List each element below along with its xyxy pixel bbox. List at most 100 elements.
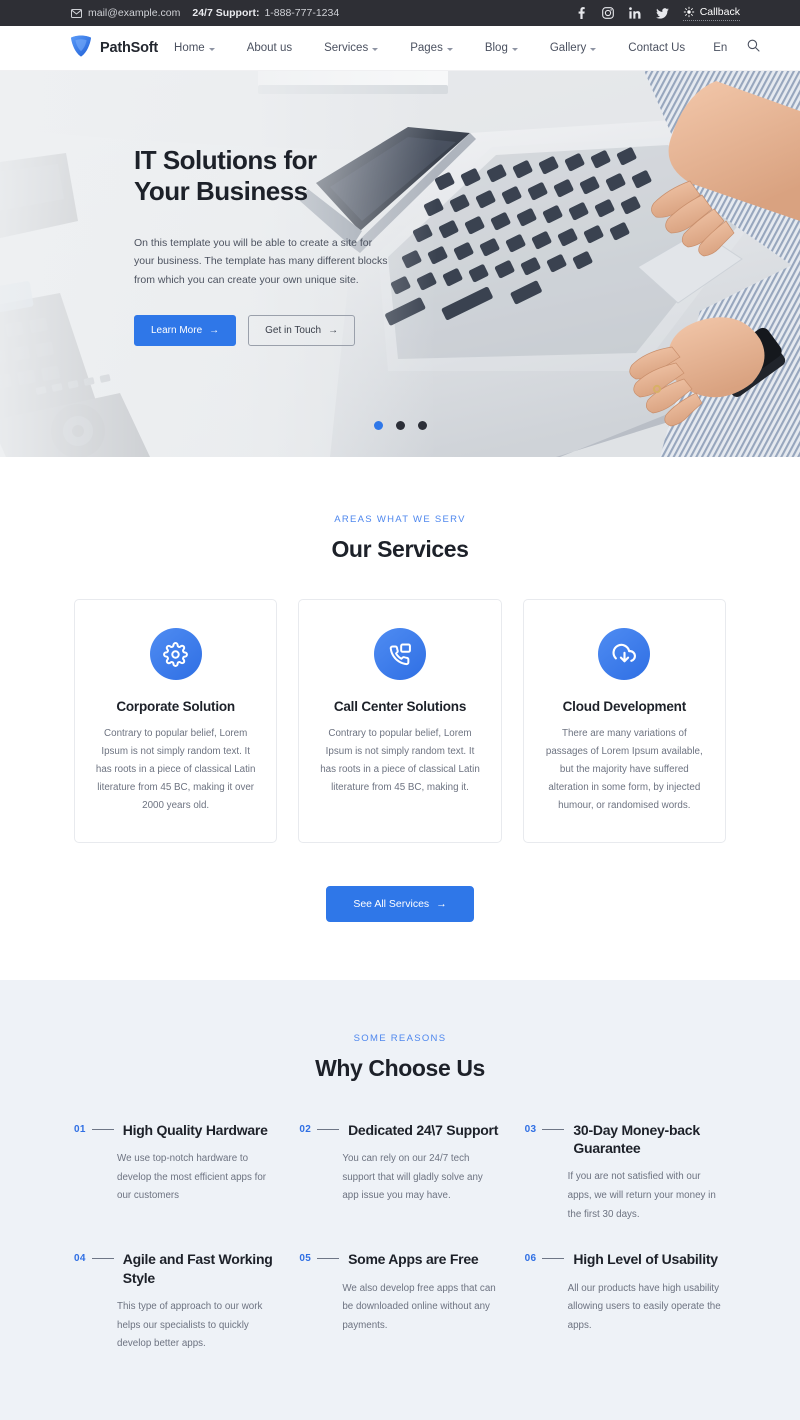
nav-item-gallery[interactable]: Gallery (534, 42, 612, 54)
why-item-text: You can rely on our 24/7 tech support th… (299, 1150, 500, 1206)
nav-label: About us (247, 42, 292, 54)
facebook-icon[interactable] (575, 7, 588, 20)
learn-more-label: Learn More (151, 325, 202, 336)
why-item-number: 04 (74, 1250, 86, 1264)
service-card-text: Contrary to popular belief, Lorem Ipsum … (95, 725, 256, 816)
why-item-text: If you are not satisfied with our apps, … (525, 1168, 726, 1224)
why-item-number: 02 (299, 1121, 311, 1135)
why-item-text: All our products have high usability all… (525, 1280, 726, 1336)
learn-more-button[interactable]: Learn More → (134, 315, 236, 346)
why-item-number: 03 (525, 1121, 537, 1135)
brand-name: PathSoft (100, 40, 158, 56)
why-item-number: 06 (525, 1250, 537, 1264)
nav-item-about-us[interactable]: About us (231, 42, 308, 54)
top-bar: mail@example.com 24/7 Support: 1-888-777… (0, 0, 800, 26)
services-card-list: Corporate Solution Contrary to popular b… (0, 599, 800, 843)
nav-item-contact-us[interactable]: Contact Us (612, 42, 701, 54)
arrow-right-icon: → (328, 325, 338, 336)
phone-callback-icon (683, 6, 696, 19)
why-item: 02 Dedicated 24\7 Support You can rely o… (299, 1121, 500, 1251)
nav-item-blog[interactable]: Blog (469, 42, 534, 54)
why-item-rule (542, 1129, 564, 1130)
why-item: 03 30-Day Money-back Guarantee If you ar… (525, 1121, 726, 1251)
support-phone[interactable]: 24/7 Support: 1-888-777-1234 (192, 7, 339, 19)
why-item-head: 03 30-Day Money-back Guarantee (525, 1121, 726, 1158)
why-item-head: 01 High Quality Hardware (74, 1121, 275, 1139)
slider-dot-3[interactable] (418, 421, 427, 430)
why-item: 06 High Level of Usability All our produ… (525, 1250, 726, 1380)
slider-dot-2[interactable] (396, 421, 405, 430)
service-card-title: Corporate Solution (95, 699, 256, 714)
chevron-down-icon (209, 48, 215, 51)
services-cta-wrap: See All Services → (0, 886, 800, 980)
why-item: 05 Some Apps are Free We also develop fr… (299, 1250, 500, 1380)
see-all-services-button[interactable]: See All Services → (326, 886, 473, 922)
search-button[interactable] (739, 39, 760, 57)
why-item-head: 05 Some Apps are Free (299, 1250, 500, 1268)
why-item-text: We also develop free apps that can be do… (299, 1280, 500, 1336)
slider-pagination (0, 421, 800, 430)
language-switcher[interactable]: En (701, 42, 739, 54)
service-card-title: Cloud Development (544, 699, 705, 714)
chevron-down-icon (447, 48, 453, 51)
top-bar-contact-group: mail@example.com 24/7 Support: 1-888-777… (60, 7, 339, 20)
service-card[interactable]: Call Center Solutions Contrary to popula… (298, 599, 501, 843)
linkedin-icon[interactable] (629, 7, 642, 20)
nav-label: Home (174, 42, 205, 54)
slider-dot-1[interactable] (374, 421, 383, 430)
why-item-head: 02 Dedicated 24\7 Support (299, 1121, 500, 1139)
arrow-right-icon: → (436, 898, 447, 910)
why-item-title: 30-Day Money-back Guarantee (573, 1121, 726, 1158)
nav-item-home[interactable]: Home (158, 42, 231, 54)
why-item-rule (317, 1129, 339, 1130)
nav-label: Pages (410, 42, 443, 54)
why-item-grid: 01 High Quality Hardware We use top-notc… (0, 1121, 800, 1381)
why-item-number: 01 (74, 1121, 86, 1135)
chevron-down-icon (590, 48, 596, 51)
chevron-down-icon (512, 48, 518, 51)
main-nav: Home About us Services Pages Blog Galler… (158, 39, 760, 57)
service-card[interactable]: Cloud Development There are many variati… (523, 599, 726, 843)
hero-title-line-2: Your Business (134, 176, 308, 206)
search-icon (747, 39, 760, 57)
nav-label: Gallery (550, 42, 586, 54)
twitter-icon[interactable] (656, 7, 669, 20)
why-item: 04 Agile and Fast Working Style This typ… (74, 1250, 275, 1380)
callback-link[interactable]: Callback (683, 6, 740, 21)
why-item-rule (92, 1129, 114, 1130)
envelope-icon (70, 7, 83, 20)
chevron-down-icon (372, 48, 378, 51)
shield-logo-icon (70, 34, 92, 63)
service-card-text: There are many variations of passages of… (544, 725, 705, 816)
get-in-touch-label: Get in Touch (265, 325, 321, 336)
instagram-icon[interactable] (602, 7, 615, 20)
email-link[interactable]: mail@example.com (70, 7, 180, 20)
email-text: mail@example.com (88, 7, 180, 19)
cloud-download-icon (598, 628, 650, 680)
service-card-text: Contrary to popular belief, Lorem Ipsum … (319, 725, 480, 797)
hero-content: IT Solutions for Your Business On this t… (0, 71, 800, 457)
support-label: 24/7 Support: (192, 7, 259, 19)
why-item: 01 High Quality Hardware We use top-notc… (74, 1121, 275, 1251)
hero-title-line-1: IT Solutions for (134, 145, 317, 175)
nav-label: Services (324, 42, 368, 54)
why-title: Why Choose Us (0, 1055, 800, 1082)
nav-label: Contact Us (628, 42, 685, 54)
why-item-title: Agile and Fast Working Style (123, 1250, 276, 1287)
hero-slider: IT Solutions for Your Business On this t… (0, 71, 800, 457)
support-number: 1-888-777-1234 (264, 7, 339, 19)
gear-icon (150, 628, 202, 680)
services-section: AREAS WHAT WE SERV Our Services Corporat… (0, 457, 800, 980)
arrow-right-icon: → (209, 325, 219, 336)
why-item-text: This type of approach to our work helps … (74, 1298, 275, 1354)
brand-logo[interactable]: PathSoft (70, 34, 158, 63)
nav-item-pages[interactable]: Pages (394, 42, 469, 54)
why-item-number: 05 (299, 1250, 311, 1264)
service-card[interactable]: Corporate Solution Contrary to popular b… (74, 599, 277, 843)
nav-item-services[interactable]: Services (308, 42, 394, 54)
why-item-title: High Level of Usability (573, 1250, 717, 1268)
top-bar-social-group: Callback (575, 6, 740, 21)
hero-button-group: Learn More → Get in Touch → (134, 315, 800, 346)
why-item-head: 06 High Level of Usability (525, 1250, 726, 1268)
get-in-touch-button[interactable]: Get in Touch → (248, 315, 355, 346)
